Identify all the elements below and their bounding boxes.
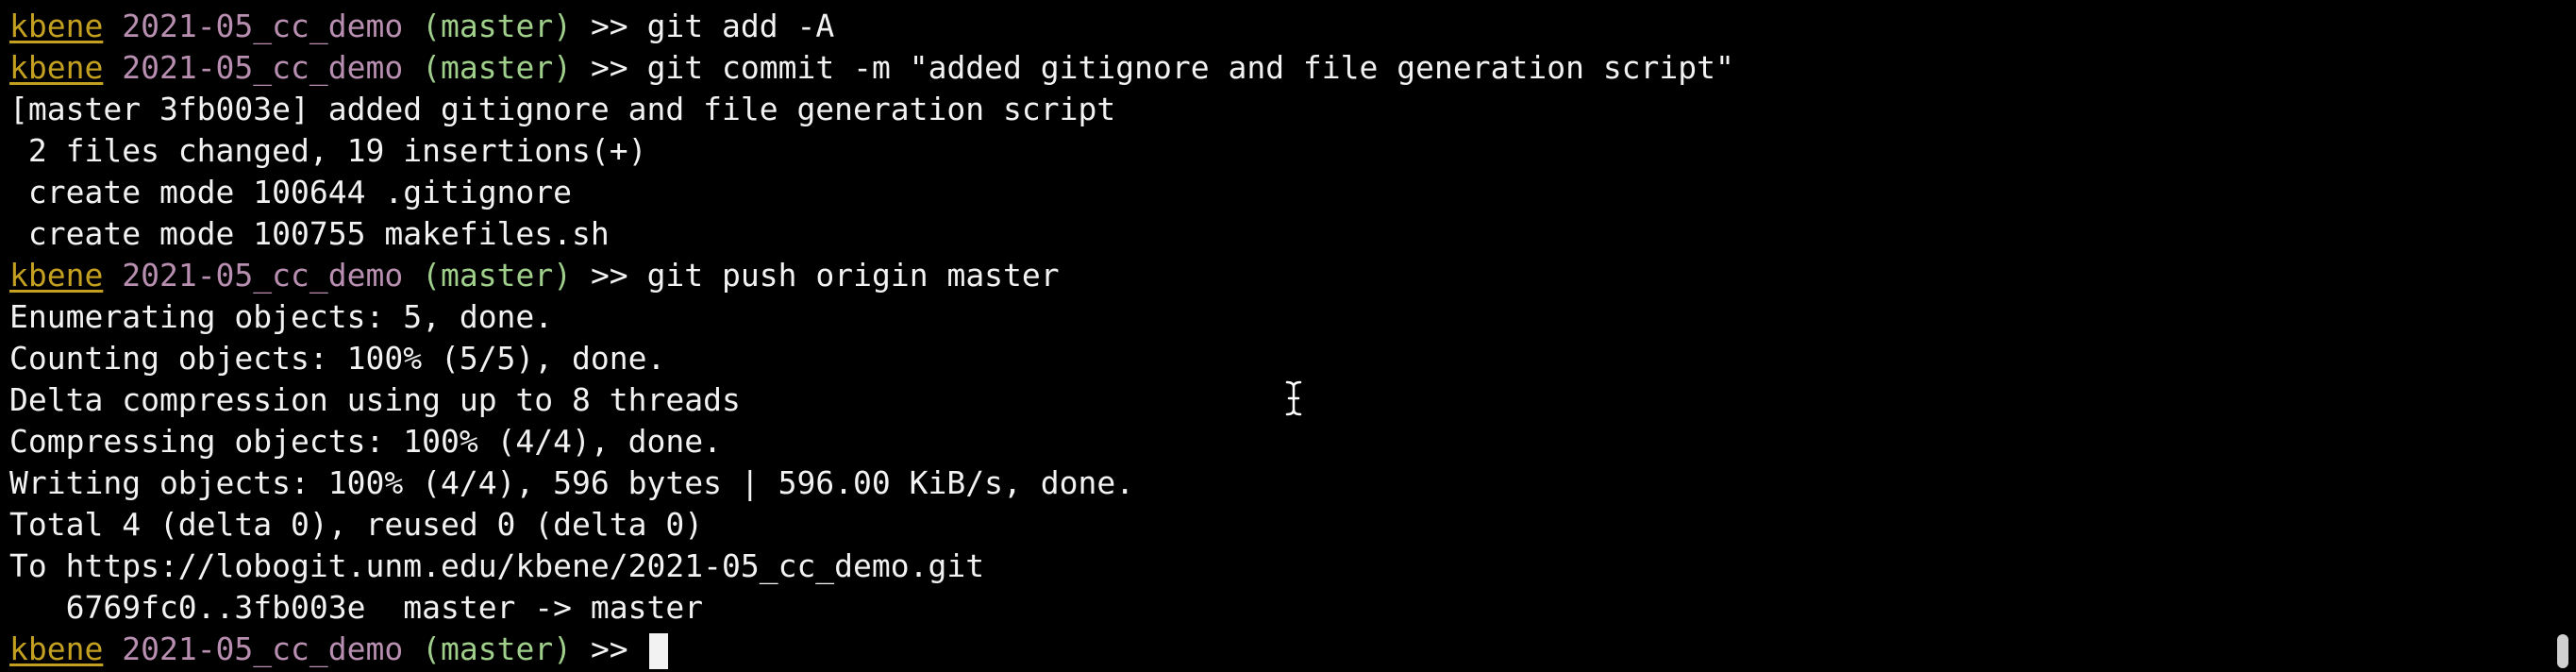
terminal-window[interactable]: kbene 2021-05_cc_demo (master) >> git ad… — [0, 0, 2576, 672]
prompt-directory: 2021-05_cc_demo — [122, 257, 404, 294]
prompt-branch: (master) — [422, 49, 573, 86]
output-line: 2 files changed, 19 insertions(+) — [9, 132, 647, 169]
output-line: [master 3fb003e] added gitignore and fil… — [9, 91, 1116, 127]
vertical-scrollbar[interactable] — [2553, 0, 2570, 672]
prompt-symbol: >> — [590, 8, 628, 44]
prompt-directory: 2021-05_cc_demo — [122, 8, 404, 44]
prompt-directory: 2021-05_cc_demo — [122, 630, 404, 667]
prompt-line: kbene 2021-05_cc_demo (master) >> git co… — [9, 47, 2576, 89]
scrollbar-thumb[interactable] — [2557, 634, 2568, 668]
prompt-branch: (master) — [422, 8, 573, 44]
prompt-user: kbene — [9, 8, 104, 44]
output-line: Writing objects: 100% (4/4), 596 bytes |… — [9, 464, 1135, 501]
command-text: git push origin master — [646, 257, 1060, 294]
prompt-line: kbene 2021-05_cc_demo (master) >> git ad… — [9, 6, 2576, 47]
prompt-user: kbene — [9, 257, 104, 294]
prompt-directory: 2021-05_cc_demo — [122, 49, 404, 86]
output-line: create mode 100644 .gitignore — [9, 174, 573, 210]
prompt-symbol: >> — [590, 257, 628, 294]
prompt-symbol: >> — [590, 630, 628, 667]
block-cursor[interactable] — [648, 632, 668, 669]
output-line: 6769fc0..3fb003e master -> master — [9, 589, 704, 626]
text-cursor-icon — [1284, 379, 1303, 417]
output-line: Enumerating objects: 5, done. — [9, 298, 554, 335]
command-text: git commit -m "added gitignore and file … — [646, 49, 1734, 86]
prompt-branch: (master) — [422, 630, 573, 667]
output-line: Counting objects: 100% (5/5), done. — [9, 340, 666, 377]
terminal-output: kbene 2021-05_cc_demo (master) >> git ad… — [9, 6, 2576, 670]
prompt-user: kbene — [9, 49, 104, 86]
prompt-line: kbene 2021-05_cc_demo (master) >> — [9, 629, 2576, 670]
output-line: Compressing objects: 100% (4/4), done. — [9, 423, 722, 460]
prompt-branch: (master) — [422, 257, 573, 294]
output-line: Total 4 (delta 0), reused 0 (delta 0) — [9, 506, 704, 543]
prompt-user: kbene — [9, 630, 104, 667]
output-line: create mode 100755 makefiles.sh — [9, 215, 610, 252]
prompt-line: kbene 2021-05_cc_demo (master) >> git pu… — [9, 255, 2576, 296]
prompt-symbol: >> — [590, 49, 628, 86]
output-line: To https://lobogit.unm.edu/kbene/2021-05… — [9, 547, 985, 584]
command-text: git add -A — [646, 8, 835, 44]
